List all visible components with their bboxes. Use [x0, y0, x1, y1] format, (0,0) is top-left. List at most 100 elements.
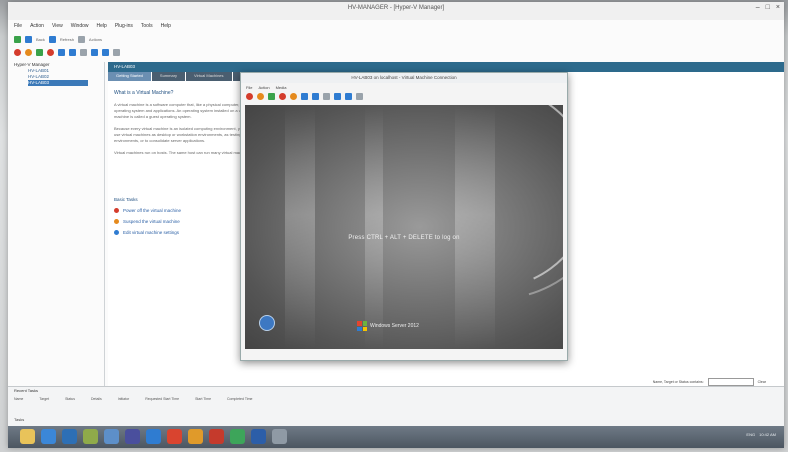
menu-help-2[interactable]: Help: [161, 23, 171, 29]
light-streak: [285, 105, 315, 349]
reset-icon[interactable]: [47, 48, 54, 56]
ease-of-access-icon[interactable]: [259, 315, 275, 331]
folder-icon[interactable]: [20, 429, 35, 444]
refresh-icon[interactable]: [48, 35, 56, 43]
col-status[interactable]: Status: [65, 397, 75, 401]
filter-input[interactable]: [707, 378, 754, 386]
taskbar: ENG 10:42 AM: [8, 426, 784, 448]
menu-action[interactable]: Action: [30, 23, 44, 29]
clear-button[interactable]: Clear: [758, 380, 766, 384]
app-icon[interactable]: [146, 429, 161, 444]
menu-help[interactable]: Help: [97, 23, 107, 29]
powershell-icon[interactable]: [62, 429, 77, 444]
settings-icon[interactable]: [80, 48, 87, 56]
close-button[interactable]: ×: [776, 4, 780, 11]
vm-fullscreen-icon[interactable]: [345, 92, 352, 100]
col-name[interactable]: Name: [14, 397, 23, 401]
vm-display[interactable]: Press CTRL + ALT + DELETE to log on Wind…: [245, 105, 563, 349]
menu-plugins[interactable]: Plug-ins: [115, 23, 133, 29]
task-suspend-label: Suspend the virtual machine: [123, 219, 180, 224]
col-target[interactable]: Target: [39, 397, 49, 401]
vm-console-window[interactable]: HV-LAB03 on localhost - Virtual Machine …: [240, 72, 568, 361]
server-manager-icon[interactable]: [104, 429, 119, 444]
view-icon[interactable]: [113, 48, 120, 56]
tray-lang[interactable]: ENG: [746, 432, 755, 437]
window-controls: – □ ×: [756, 4, 780, 11]
app-icon[interactable]: [272, 429, 287, 444]
app-icon[interactable]: [230, 429, 245, 444]
vm-menu-action[interactable]: Action: [258, 85, 269, 90]
forward-icon[interactable]: [25, 35, 32, 43]
app-icon[interactable]: [167, 429, 182, 444]
word-icon[interactable]: [251, 429, 266, 444]
app-icon[interactable]: [188, 429, 203, 444]
menu-window[interactable]: Window: [71, 23, 89, 29]
start-icon[interactable]: [36, 48, 43, 56]
menu-file[interactable]: File: [14, 23, 22, 29]
revert-icon[interactable]: [69, 48, 76, 56]
app-icon[interactable]: [125, 429, 140, 444]
logo-text: Windows Server 2012: [370, 323, 419, 329]
vm-ctrl-alt-del-icon[interactable]: [290, 92, 297, 100]
vm-pause-icon[interactable]: [257, 92, 264, 100]
toolbar-vm: [8, 46, 120, 58]
actions-icon[interactable]: [77, 35, 85, 43]
vm-title: HV-LAB03 on localhost - Virtual Machine …: [351, 75, 457, 80]
monitor-screen: HV-MANAGER - [Hyper-V Manager] – □ × Fil…: [8, 2, 784, 448]
filter-label: Name, Target or Status contains:: [652, 380, 704, 384]
toolbar-refresh-label: Refresh: [59, 36, 74, 42]
info-section: What is a Virtual Machine? A virtual mac…: [114, 90, 254, 162]
col-details[interactable]: Details: [91, 397, 102, 401]
power-off-icon[interactable]: [14, 48, 21, 56]
vm-stop-icon[interactable]: [246, 92, 253, 100]
settings-task-icon: [114, 230, 119, 235]
suspend-task-icon: [114, 219, 119, 224]
vm-help-icon[interactable]: [356, 92, 363, 100]
vm-menu-bar: File Action Media: [241, 83, 567, 91]
menu-tools[interactable]: Tools: [141, 23, 153, 29]
console-icon[interactable]: [91, 48, 98, 56]
col-initiator[interactable]: Initiator: [118, 397, 129, 401]
vm-start-icon[interactable]: [268, 92, 275, 100]
tab-summary[interactable]: Summary: [151, 72, 186, 81]
tray-time[interactable]: 10:42 AM: [759, 432, 776, 437]
vm-menu-media[interactable]: Media: [276, 85, 287, 90]
info-paragraph-3: Virtual machines run on hosts. The same …: [114, 150, 252, 155]
task-filter: Name, Target or Status contains: Clear: [653, 378, 766, 386]
menu-bar: File Action View Window Help Plug-ins To…: [8, 20, 784, 32]
tab-getting-started[interactable]: Getting Started: [108, 72, 151, 81]
tree-item-vm3[interactable]: HV-LAB03: [28, 80, 88, 86]
minimize-button[interactable]: –: [756, 4, 760, 11]
snapshot-icon[interactable]: [58, 48, 65, 56]
menu-view[interactable]: View: [52, 23, 63, 29]
status-bar-text: Tasks: [14, 417, 25, 422]
vm-zoom-icon[interactable]: [334, 92, 341, 100]
back-icon[interactable]: [14, 35, 21, 43]
power-off-task-icon: [114, 208, 119, 213]
system-tray: ENG 10:42 AM: [746, 432, 776, 437]
maximize-button[interactable]: □: [766, 4, 770, 11]
vm-snapshot-icon[interactable]: [301, 92, 308, 100]
info-heading: What is a Virtual Machine?: [114, 90, 174, 96]
vm-menu-file[interactable]: File: [246, 85, 252, 90]
app-icon[interactable]: [209, 429, 224, 444]
recent-tasks-label: Recent Tasks: [14, 388, 38, 393]
toolbar-primary: Back Refresh Actions: [8, 33, 102, 45]
vm-reset-icon[interactable]: [279, 92, 286, 100]
toolbar-back-label: Back: [36, 36, 45, 42]
pane-tabs: Getting Started Summary Virtual Machines…: [108, 72, 260, 81]
vm-revert-icon[interactable]: [312, 92, 319, 100]
col-requested[interactable]: Requested Start Time: [145, 397, 179, 401]
fullscreen-icon[interactable]: [102, 48, 109, 56]
col-completed[interactable]: Completed Time: [227, 397, 252, 401]
ie-icon[interactable]: [41, 429, 56, 444]
wallpaper-swirl: [328, 105, 563, 343]
app-icon[interactable]: [83, 429, 98, 444]
col-start[interactable]: Start Time: [195, 397, 211, 401]
suspend-icon[interactable]: [25, 48, 32, 56]
toolbar-actions-label: Actions: [88, 36, 103, 42]
tab-virtual-machines[interactable]: Virtual Machines: [186, 72, 232, 81]
recent-tasks-panel: Name, Target or Status contains: Clear R…: [8, 378, 784, 427]
vm-settings-icon[interactable]: [323, 92, 330, 100]
pane-header: HV-LAB03: [108, 62, 784, 72]
